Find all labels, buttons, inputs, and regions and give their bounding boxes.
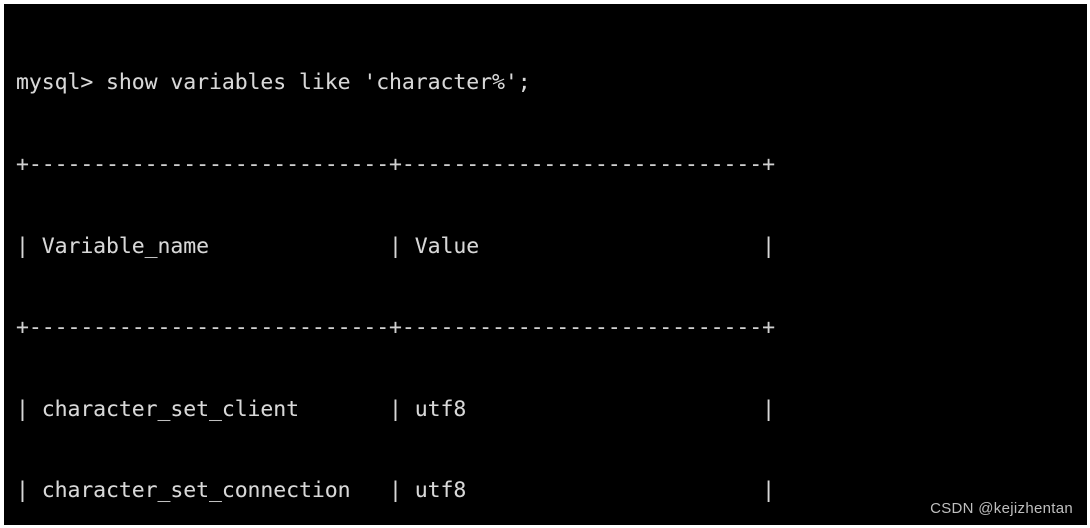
table-row: | character_set_connection | utf8 | <box>16 478 775 504</box>
table-header-row: | Variable_name | Value | <box>16 233 775 259</box>
terminal-window[interactable]: mysql> show variables like 'character%';… <box>4 4 1087 525</box>
table-row: | character_set_client | utf8 | <box>16 396 775 422</box>
terminal-console-output: mysql> show variables like 'character%';… <box>16 15 775 525</box>
table-top-border: +----------------------------+----------… <box>16 152 775 177</box>
command-prompt-line: mysql> show variables like 'character%'; <box>16 70 531 96</box>
csdn-watermark: CSDN @kejizhentan <box>930 500 1073 517</box>
table-header-divider: +----------------------------+----------… <box>16 315 775 341</box>
